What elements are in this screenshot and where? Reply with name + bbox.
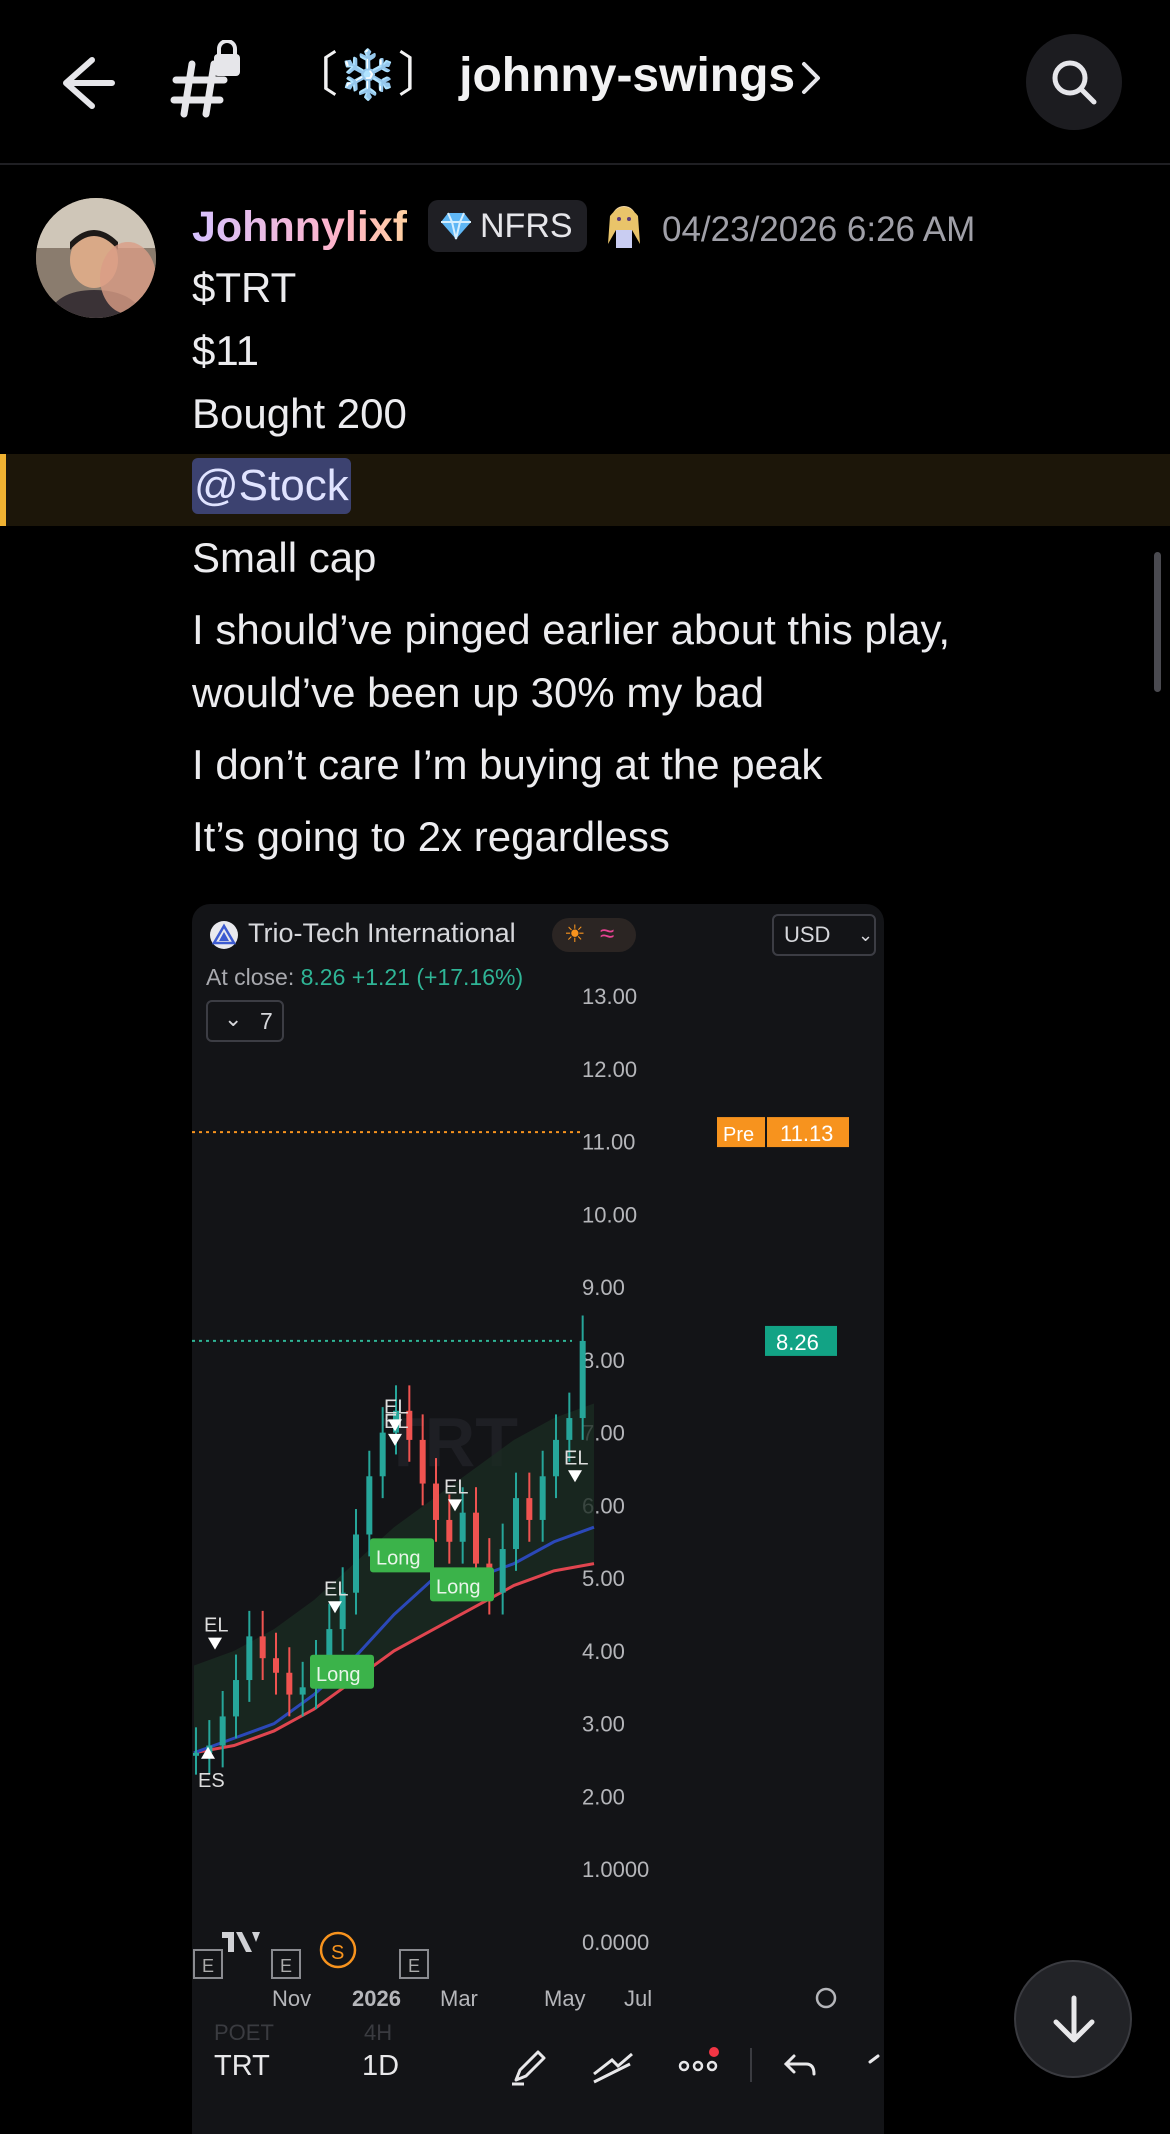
y-tick-label: 9.00 <box>582 1275 625 1300</box>
y-tick-label: 2.00 <box>582 1784 625 1809</box>
entry-long-label: EL <box>324 1578 348 1600</box>
candle <box>513 1498 519 1550</box>
role-icon <box>608 206 640 248</box>
y-tick-label: 1.0000 <box>582 1857 649 1882</box>
pre-market-value: 11.13 <box>780 1121 833 1146</box>
bottom-events-row <box>192 1924 884 1974</box>
candle <box>366 1476 373 1535</box>
entry-short-label: ES <box>198 1770 225 1792</box>
toolbar-divider <box>750 2048 752 2082</box>
x-tick-label: Mar <box>440 1986 478 2011</box>
interval-button[interactable]: 1D <box>362 2050 399 2083</box>
long-signal-label: Long <box>376 1547 421 1569</box>
candle <box>539 1476 546 1520</box>
candle <box>553 1439 559 1477</box>
author-name[interactable]: Johnnylixf <box>192 198 407 256</box>
message-line: It’s going to 2x regardless <box>192 813 670 860</box>
back-arrow-icon[interactable] <box>52 50 118 116</box>
long-signal-label: Long <box>436 1576 481 1598</box>
jump-to-present-button[interactable] <box>1014 1960 1132 2078</box>
server-tag-label: NFRS <box>480 206 573 245</box>
locked-channel-icon <box>170 40 240 118</box>
candle <box>353 1534 359 1593</box>
x-tick-label: Nov <box>272 1986 311 2011</box>
y-tick-label: 13.00 <box>582 984 637 1009</box>
candle <box>446 1519 453 1542</box>
search-icon <box>1052 60 1097 105</box>
avatar-photo <box>36 198 156 318</box>
search-button[interactable] <box>1026 34 1122 130</box>
message-line: I don’t care I’m buying at the peak <box>192 741 823 788</box>
candle <box>419 1439 426 1484</box>
channel-header: 〔❄️〕 johnny-swings <box>0 0 1170 165</box>
x-tick-label: 2026 <box>352 1986 401 2011</box>
candle <box>433 1483 439 1520</box>
chevron-right-icon[interactable] <box>796 58 826 98</box>
y-tick-label: 12.00 <box>582 1057 637 1082</box>
candle <box>246 1636 253 1681</box>
candle <box>379 1432 386 1477</box>
y-tick-label: 5.00 <box>582 1566 625 1591</box>
server-tag[interactable]: NFRS <box>428 200 587 252</box>
channel-name: johnny-swings <box>459 49 796 102</box>
more-icon[interactable] <box>676 2044 722 2084</box>
entry-long-label: EL <box>384 1396 408 1418</box>
candle <box>259 1636 266 1659</box>
candle <box>233 1680 239 1717</box>
candle <box>499 1549 506 1593</box>
redo-icon[interactable] <box>864 2048 884 2084</box>
entry-long-label: EL <box>204 1615 228 1637</box>
channel-prefix: 〔❄️〕 <box>290 49 446 102</box>
candle <box>459 1512 466 1542</box>
message-line: Bought 200 <box>192 390 407 437</box>
y-tick-label: 11.00 <box>582 1130 635 1155</box>
arrow-down-icon <box>1053 1995 1095 2043</box>
mention-highlight <box>0 454 1170 526</box>
candle <box>473 1512 479 1564</box>
last-price-value: 8.26 <box>776 1330 819 1355</box>
x-tick-label: May <box>544 1986 586 2011</box>
pre-market-label: Pre <box>723 1124 754 1146</box>
chart-image-embed[interactable]: Trio-Tech International ☀ ≈ USD ⌄ At clo… <box>192 904 884 2134</box>
candle <box>273 1658 279 1673</box>
entry-long-marker <box>208 1637 222 1650</box>
entry-long-label: EL <box>564 1447 588 1469</box>
candle <box>193 1752 199 1756</box>
scrollbar[interactable] <box>1154 552 1161 692</box>
candle <box>286 1672 293 1695</box>
role-mention[interactable]: @Stock <box>192 458 351 514</box>
candle <box>219 1716 226 1746</box>
message-line: Small cap <box>192 534 377 581</box>
message-line: $TRT <box>192 264 297 311</box>
trend-lines-icon[interactable] <box>590 2046 636 2086</box>
symbol-button[interactable]: TRT <box>214 2050 270 2083</box>
message-line: I should’ve pinged earlier about this pl… <box>192 606 951 653</box>
comparison-symbol: POET <box>214 2020 274 2045</box>
candle <box>566 1418 573 1440</box>
candle <box>299 1687 306 1695</box>
x-tick-label: Jul <box>624 1986 652 2011</box>
axis-settings-icon[interactable] <box>815 1987 837 2009</box>
comparison-interval: 4H <box>364 2020 393 2045</box>
pencil-icon[interactable] <box>510 2046 550 2086</box>
y-tick-label: 8.00 <box>582 1348 625 1373</box>
channel-title[interactable]: 〔❄️〕 johnny-swings <box>290 40 795 112</box>
message-line: $11 <box>192 327 259 374</box>
long-signal-label: Long <box>316 1664 361 1686</box>
candle <box>526 1498 533 1520</box>
undo-icon[interactable] <box>782 2048 818 2084</box>
entry-long-label: EL <box>444 1476 468 1498</box>
y-tick-label: 10.00 <box>582 1202 637 1227</box>
message-line: would’ve been up 30% my bad <box>192 669 765 716</box>
message-timestamp: 04/23/2026 6:26 AM <box>662 210 976 249</box>
y-tick-label: 4.00 <box>582 1639 625 1664</box>
y-tick-label: 3.00 <box>582 1712 625 1737</box>
mention-accent-bar <box>0 454 6 526</box>
candle <box>579 1340 586 1419</box>
chart-toolbar: POET 4H TRT 1D <box>0 2020 1170 2106</box>
diamond-icon <box>441 212 471 240</box>
avatar[interactable] <box>36 198 156 318</box>
